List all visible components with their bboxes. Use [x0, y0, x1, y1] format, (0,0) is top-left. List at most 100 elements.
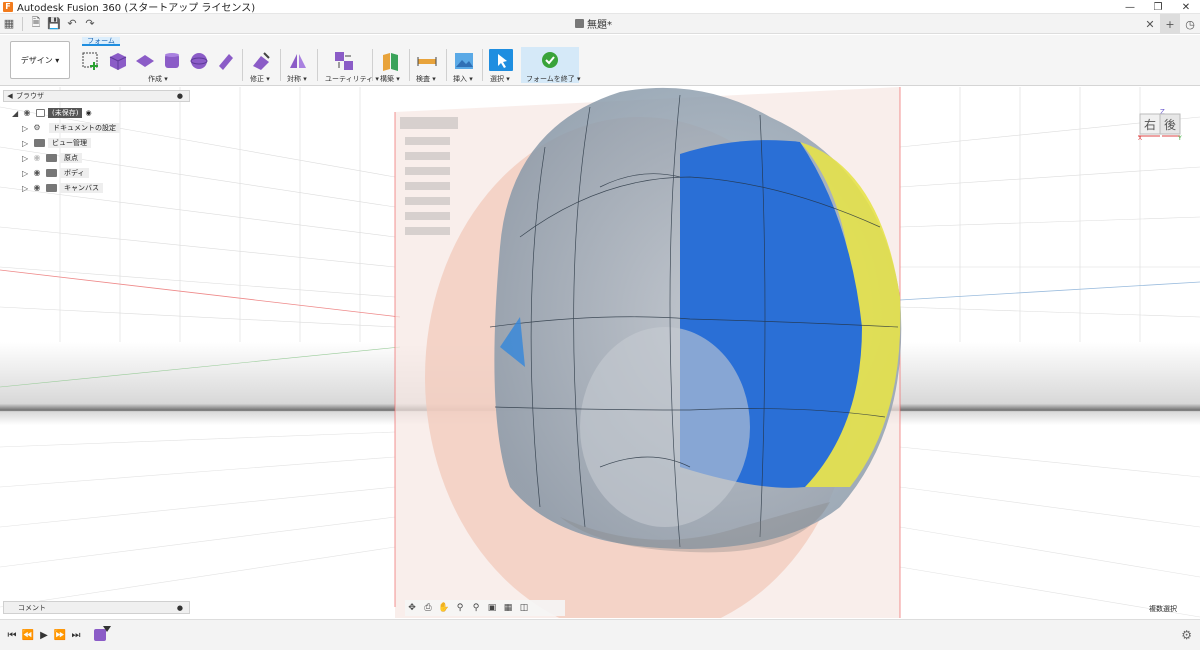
data-panel-grid-icon[interactable]: ▦	[0, 15, 18, 33]
timeline-marker-icon[interactable]	[103, 626, 111, 632]
cylinder-icon[interactable]	[161, 50, 183, 72]
browser-item-label: ドキュメントの設定	[49, 123, 120, 133]
expand-arrow-icon[interactable]: ▷	[22, 154, 31, 163]
look-at-icon[interactable]: ⎙	[421, 602, 435, 614]
insert-image-icon[interactable]	[453, 50, 475, 72]
close-icon[interactable]: ✕	[1172, 0, 1200, 14]
go-to-end-icon[interactable]: ⏭	[68, 627, 84, 643]
workspace-switcher-button[interactable]: デザイン ▾	[10, 41, 70, 79]
document-tab[interactable]: 無題*	[575, 16, 612, 31]
box-icon[interactable]	[107, 50, 129, 72]
hidden-eye-icon[interactable]: ◉	[31, 154, 43, 162]
select-group-label[interactable]: 選択 ▾	[490, 74, 510, 84]
y-axis-line	[899, 281, 1200, 301]
utilities-group-label[interactable]: ユーティリティ ▾	[325, 74, 379, 84]
display-settings-icon[interactable]: ▣	[485, 602, 499, 614]
viewcube-back-face[interactable]: 後	[1164, 118, 1176, 132]
settings-gear-icon: ⚙	[33, 123, 41, 132]
edit-form-icon[interactable]	[250, 50, 272, 72]
redo-icon[interactable]: ↷	[81, 15, 99, 33]
browser-title: ブラウザ	[16, 92, 44, 100]
play-icon[interactable]: ▶	[36, 627, 52, 643]
axis-y-label: Y	[1177, 135, 1182, 140]
symmetry-icon[interactable]	[287, 50, 309, 72]
expand-arrow-icon[interactable]: ▷	[22, 184, 31, 193]
tab-form[interactable]: フォーム	[82, 37, 120, 46]
viewport-canvas[interactable]	[0, 87, 1200, 618]
create-form-icon[interactable]	[80, 50, 102, 72]
zoom-icon[interactable]: ⚲	[453, 602, 467, 614]
go-to-start-icon[interactable]: ⏮	[4, 627, 20, 643]
browser-item-canvases[interactable]: ▷ ◉ キャンバス	[22, 182, 103, 194]
visibility-eye-icon[interactable]: ◉	[31, 184, 43, 192]
symmetry-group-label[interactable]: 対称 ▾	[287, 74, 307, 84]
file-menu-icon[interactable]: 🗎	[27, 15, 45, 33]
browser-item-origin[interactable]: ▷ ◉ 原点	[22, 152, 82, 164]
navigation-bar: ✥ ⎙ ✋ ⚲ ⚲ ▣ ▦ ◫	[405, 600, 565, 616]
torus-icon[interactable]	[215, 50, 237, 72]
component-icon	[36, 109, 45, 117]
expand-arrow-icon[interactable]: ◢	[12, 109, 21, 118]
document-cube-icon	[575, 19, 584, 28]
visibility-eye-icon[interactable]: ◉	[21, 109, 33, 117]
insert-group-label[interactable]: 挿入 ▾	[453, 74, 473, 84]
close-tab-icon[interactable]: ✕	[1140, 14, 1160, 34]
plane-icon[interactable]	[134, 50, 156, 72]
browser-item-bodies[interactable]: ▷ ◉ ボディ	[22, 167, 89, 179]
minimize-icon[interactable]: —	[1116, 0, 1144, 14]
browser-panel-header[interactable]: ◀ ブラウザ ●	[3, 90, 190, 102]
browser-root-label[interactable]: (未保存)	[48, 108, 83, 118]
window-title: Autodesk Fusion 360 (スタートアップ ライセンス)	[17, 3, 256, 14]
comment-panel[interactable]: コメント ●	[3, 601, 190, 614]
finish-form-label[interactable]: フォームを終了 ▾	[526, 74, 581, 84]
browser-pin-icon[interactable]: ●	[177, 92, 183, 100]
step-forward-icon[interactable]: ⏩	[52, 627, 68, 643]
folder-icon	[46, 184, 57, 192]
expand-arrow-icon[interactable]: ▷	[22, 169, 31, 178]
comment-label: コメント	[18, 603, 46, 612]
viewports-icon[interactable]: ◫	[517, 602, 531, 614]
axis-x-label: X	[1138, 135, 1142, 140]
folder-icon	[46, 169, 57, 177]
expand-arrow-icon[interactable]: ▷	[22, 139, 31, 148]
activate-radio-icon[interactable]: ◉	[85, 109, 91, 117]
fit-icon[interactable]: ⚲	[469, 602, 483, 614]
utilities-icon[interactable]	[333, 50, 355, 72]
pan-hand-icon[interactable]: ✋	[437, 602, 451, 614]
view-cube[interactable]: Z 右 後 X Y	[1138, 108, 1184, 142]
sphere-icon[interactable]	[188, 50, 210, 72]
fusion-app-icon: F	[3, 1, 13, 12]
select-cursor-icon[interactable]	[489, 49, 513, 71]
orbit-icon[interactable]: ✥	[405, 602, 419, 614]
job-status-icon[interactable]: ◷	[1180, 14, 1200, 34]
create-group-label[interactable]: 作成 ▾	[148, 74, 168, 84]
measure-icon[interactable]	[416, 50, 438, 72]
grid-settings-icon[interactable]: ▦	[501, 602, 515, 614]
browser-root-row[interactable]: ◢ ◉ (未保存) ◉	[12, 107, 92, 119]
comment-add-icon[interactable]: ●	[177, 604, 183, 612]
new-tab-icon[interactable]: +	[1160, 14, 1180, 34]
divider	[482, 49, 483, 81]
tab-actions: ✕ + ◷	[1140, 14, 1200, 34]
expand-arrow-icon[interactable]: ▷	[22, 124, 31, 133]
step-back-icon[interactable]: ⏪	[20, 627, 36, 643]
collapse-panel-icon[interactable]: ◀	[4, 92, 16, 100]
undo-icon[interactable]: ↶	[63, 15, 81, 33]
divider	[372, 49, 373, 81]
browser-item-document-settings[interactable]: ▷ ⚙ ドキュメントの設定	[22, 122, 120, 134]
construct-plane-icon[interactable]	[380, 50, 402, 72]
divider	[317, 49, 318, 81]
restore-icon[interactable]: ❐	[1144, 0, 1172, 14]
browser-item-named-views[interactable]: ▷ ビュー管理	[22, 137, 91, 149]
visibility-eye-icon[interactable]: ◉	[31, 169, 43, 177]
browser-item-label: ボディ	[60, 168, 89, 178]
construct-group-label[interactable]: 構築 ▾	[380, 74, 400, 84]
divider	[446, 49, 447, 81]
divider	[280, 49, 281, 81]
timeline-settings-gear-icon[interactable]: ⚙	[1181, 628, 1192, 642]
3d-viewport[interactable]	[0, 87, 1200, 618]
viewcube-right-face[interactable]: 右	[1144, 117, 1156, 132]
modify-group-label[interactable]: 修正 ▾	[250, 74, 270, 84]
inspect-group-label[interactable]: 検査 ▾	[416, 74, 436, 84]
save-icon[interactable]: 💾	[45, 15, 63, 33]
